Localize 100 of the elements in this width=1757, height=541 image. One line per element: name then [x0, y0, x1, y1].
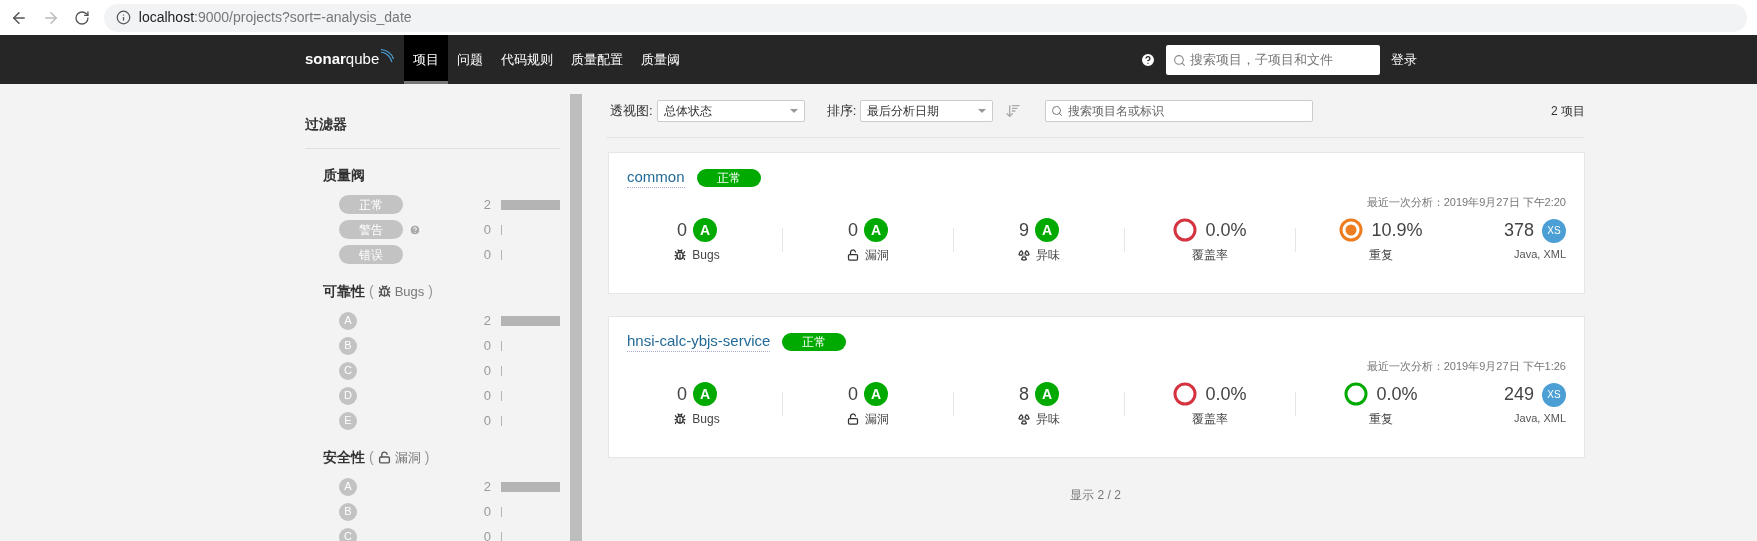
rating-badge: A	[864, 382, 888, 406]
info-icon	[115, 10, 131, 25]
login-link[interactable]: 登录	[1391, 49, 1417, 70]
view-label: 透视图:	[610, 101, 653, 120]
rating-badge: A	[1035, 218, 1059, 242]
rating-badge: B	[339, 336, 357, 355]
reload-icon[interactable]	[73, 9, 90, 26]
url-text: localhost:9000/projects?sort=-analysis_date	[138, 8, 412, 27]
help-icon[interactable]	[1140, 51, 1156, 68]
bug-icon	[674, 248, 687, 261]
count-bar	[501, 199, 560, 210]
caret-icon	[978, 108, 987, 113]
measure-label: 重复	[1369, 246, 1393, 264]
filter-section-title: 可靠性	[323, 282, 365, 301]
project-search-field[interactable]: 搜索项目名或标识	[1045, 99, 1314, 122]
caret-icon	[789, 108, 798, 113]
rating-badge: A	[1035, 382, 1059, 406]
metric-name: Bugs	[394, 282, 425, 301]
measure-value: 10.9%	[1371, 218, 1423, 242]
rating-badge: A	[339, 477, 357, 496]
filter-section-title: 质量阀	[323, 166, 365, 185]
address-bar[interactable]: localhost:9000/projects?sort=-analysis_date	[103, 3, 1747, 32]
last-analysis-date: 最近一次分析：2019年9月27日 下午2:20	[1366, 195, 1566, 210]
nav-tab[interactable]: 代码规则	[492, 35, 563, 84]
filter-count: 0	[483, 245, 492, 264]
unlocked-padlock-icon	[847, 248, 859, 261]
measure-label: 重复	[1369, 410, 1393, 428]
pagination-info: 显示 2 / 2	[1070, 487, 1121, 504]
project-link[interactable]: common	[627, 167, 685, 188]
languages: Java, XML	[1514, 247, 1566, 263]
measure-label: Bugs	[692, 410, 720, 428]
filter-count: 2	[483, 311, 492, 330]
filter-count: 0	[483, 220, 492, 239]
rating-badge: C	[339, 527, 357, 541]
measure-value: 0	[848, 382, 858, 406]
bug-icon	[377, 285, 391, 298]
parenthesis: (	[369, 448, 374, 467]
measure-value: 9	[1019, 218, 1029, 242]
parenthesis: )	[424, 448, 430, 467]
measure-label: 漏洞	[865, 246, 889, 264]
nav-tab[interactable]: 问题	[448, 35, 493, 84]
measure-label: 覆盖率	[1192, 410, 1228, 428]
global-search-field[interactable]: 搜索项目，子项目和文件	[1166, 44, 1380, 75]
parenthesis: )	[428, 282, 433, 301]
rating-badge: A	[864, 218, 888, 242]
metric-name: 漏洞	[394, 448, 421, 467]
measure-value: 0	[677, 218, 687, 242]
measure-value: 0.0%	[1205, 218, 1247, 242]
filter-count: 0	[483, 361, 492, 380]
filter-count: 2	[483, 477, 492, 496]
unlocked-padlock-icon	[847, 412, 859, 425]
measure-label: 覆盖率	[1192, 246, 1228, 264]
rating-badge: A	[339, 311, 357, 330]
filter-count: 2	[483, 195, 492, 214]
search-icon	[1173, 53, 1186, 67]
languages: Java, XML	[1514, 411, 1566, 427]
sort-label: 排序:	[826, 101, 857, 120]
measure-value: 0.0%	[1376, 382, 1418, 406]
nav-tab[interactable]: 质量阈	[632, 35, 690, 84]
last-analysis-date: 最近一次分析：2019年9月27日 下午1:26	[1366, 359, 1566, 374]
filters-title: 过滤器	[305, 116, 347, 132]
rating-badge: C	[339, 361, 357, 380]
lines-of-code: 249	[1503, 383, 1534, 407]
size-badge: XS	[1542, 218, 1566, 243]
filter-count: 0	[483, 502, 492, 521]
view-select[interactable]: 总体状态	[656, 99, 805, 122]
measure-value: 0.0%	[1205, 382, 1247, 406]
filter-section-title: 安全性	[323, 448, 365, 467]
logo-waves-icon	[380, 48, 395, 63]
sort-select[interactable]: 最后分析日期	[860, 99, 994, 122]
filter-count: 0	[483, 386, 492, 405]
rating-badge: A	[693, 218, 717, 242]
count-bar	[501, 481, 560, 492]
rating-badge: E	[339, 411, 357, 430]
measure-value: 0	[677, 382, 687, 406]
measure-label: Bugs	[692, 246, 720, 264]
lines-of-code: 378	[1503, 219, 1534, 243]
status-pill: 错误	[339, 245, 403, 264]
measure-label: 异味	[1036, 246, 1060, 264]
logo-text: sonarqube	[305, 49, 380, 70]
filter-count: 0	[483, 411, 492, 430]
project-count: 2 项目	[1551, 102, 1585, 120]
search-icon	[1051, 104, 1064, 117]
measure-label: 漏洞	[865, 410, 889, 428]
radiation-icon	[1018, 248, 1030, 261]
measure-value: 8	[1019, 382, 1029, 406]
sort-order-icon[interactable]	[1005, 102, 1022, 119]
filter-count: 0	[483, 527, 492, 541]
parenthesis: (	[369, 282, 374, 301]
nav-tab[interactable]: 项目	[404, 35, 449, 84]
count-bar	[501, 315, 560, 326]
project-link[interactable]: hnsi-calc-ybjs-service	[627, 331, 771, 352]
rating-badge: B	[339, 502, 357, 521]
unlocked-padlock-icon	[377, 451, 391, 464]
radiation-icon	[1018, 412, 1030, 425]
measure-label: 异味	[1036, 410, 1060, 428]
filter-count: 0	[483, 336, 492, 355]
nav-tab[interactable]: 质量配置	[562, 35, 633, 84]
scrollbar[interactable]	[570, 94, 582, 541]
status-badge: 正常	[696, 168, 761, 187]
